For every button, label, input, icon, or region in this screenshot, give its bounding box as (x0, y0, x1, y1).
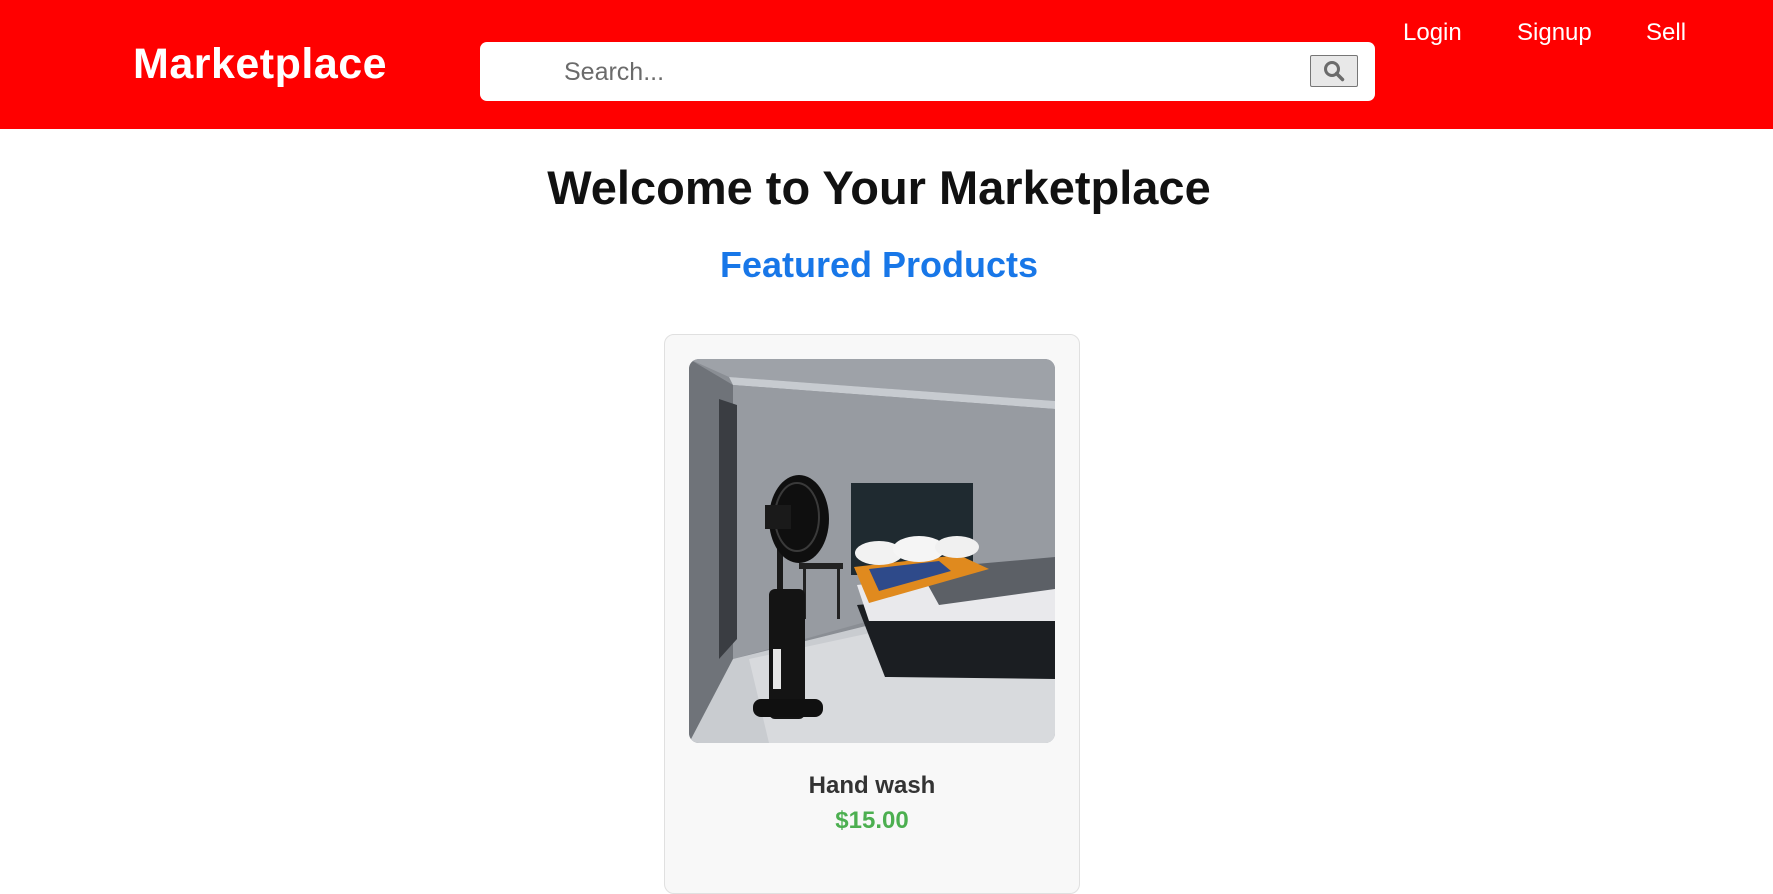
search-input[interactable] (562, 51, 1206, 93)
search-icon (1324, 61, 1345, 82)
sell-link[interactable]: Sell (1646, 19, 1686, 47)
featured-heading: Featured Products (719, 244, 1039, 285)
search-bar (480, 42, 1375, 101)
top-header: Marketplace Login Signup Sell (0, 0, 1773, 129)
signup-link[interactable]: Signup (1517, 19, 1592, 47)
product-card[interactable]: Hand wash $15.00 (664, 334, 1080, 894)
product-price: $15.00 (835, 807, 909, 834)
product-image[interactable] (689, 359, 1055, 743)
login-link[interactable]: Login (1403, 19, 1462, 47)
search-button[interactable] (1310, 55, 1358, 87)
brand-logo[interactable]: Marketplace (133, 40, 387, 89)
product-name[interactable]: Hand wash (665, 772, 1079, 800)
product-photo-bedroom (689, 359, 1055, 743)
page-title: Welcome to Your Marketplace (547, 161, 1211, 214)
